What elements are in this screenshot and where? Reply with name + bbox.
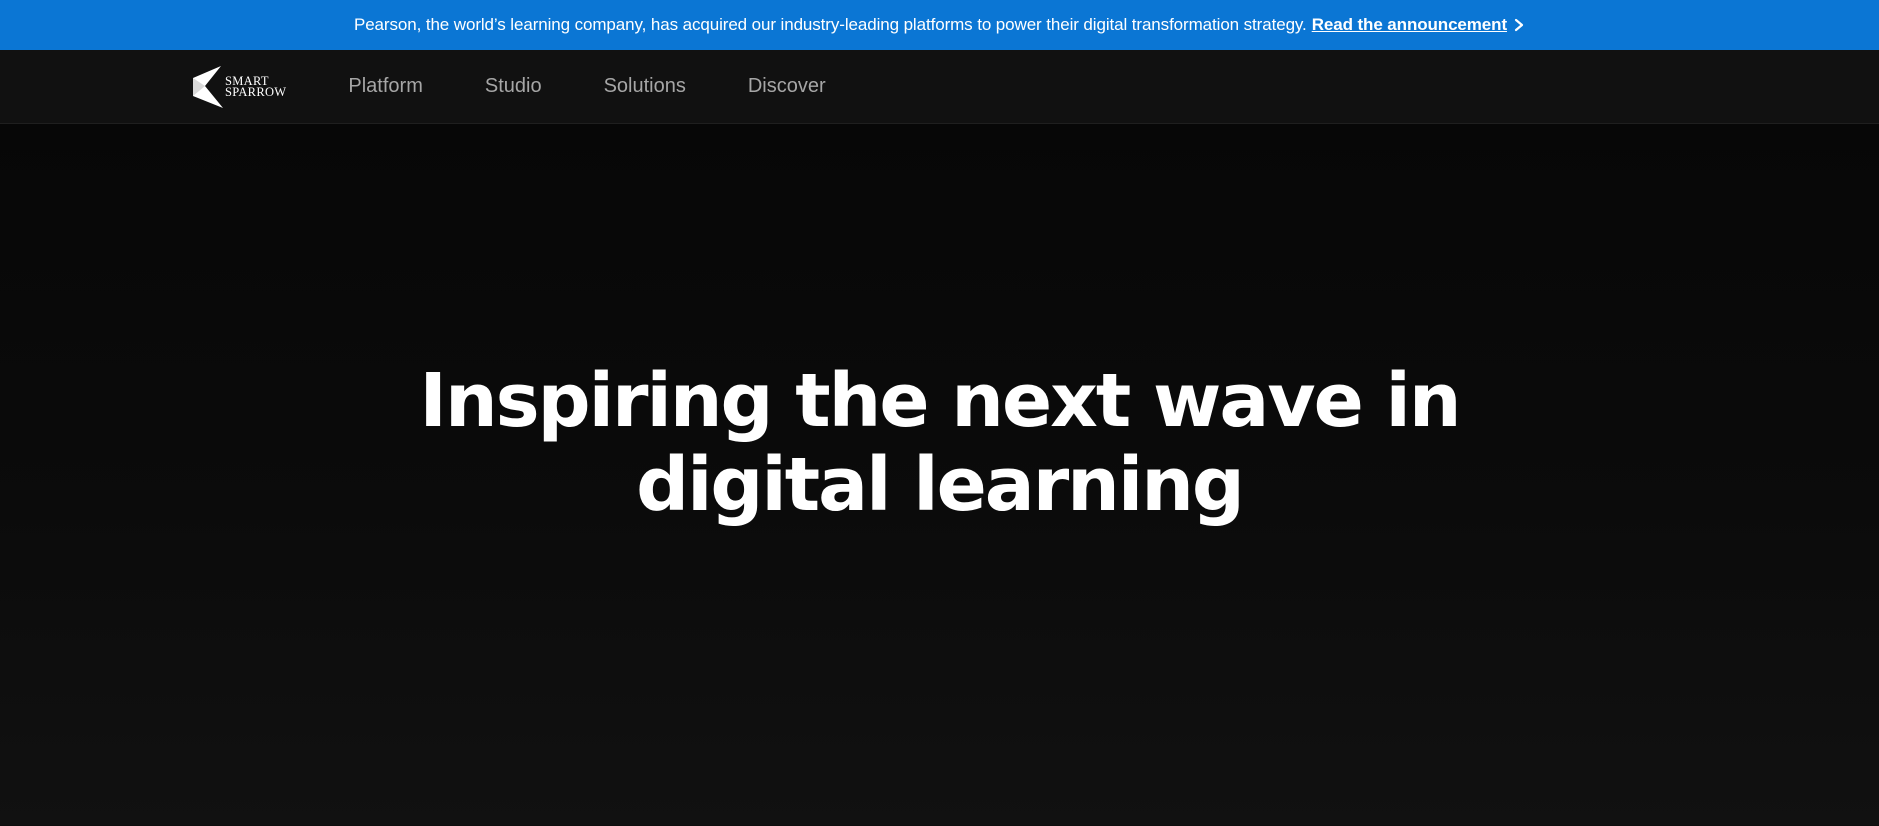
smart-sparrow-logo[interactable]: SMART SPARROW (191, 65, 287, 108)
logo-wordmark: SMART SPARROW (225, 74, 287, 99)
hero-title-line-1: Inspiring the next wave in (419, 358, 1461, 444)
announcement-bar: Pearson, the world’s learning company, h… (0, 0, 1879, 50)
hero-section: Inspiring the next wave in digital learn… (0, 124, 1879, 825)
nav-item-discover[interactable]: Discover (748, 75, 826, 98)
chevron-right-icon (1514, 18, 1524, 32)
main-navbar: SMART SPARROW Platform Studio Solutions … (0, 50, 1879, 124)
sparrow-logo-icon (193, 65, 223, 108)
nav-item-studio[interactable]: Studio (485, 75, 542, 98)
nav-item-solutions[interactable]: Solutions (604, 75, 686, 98)
announcement-text: Pearson, the world’s learning company, h… (353, 15, 1307, 34)
nav-links: Platform Studio Solutions Discover (348, 75, 887, 98)
hero-title: Inspiring the next wave in digital learn… (0, 359, 1879, 527)
logo-line-2: SPARROW (225, 84, 287, 99)
nav-item-platform[interactable]: Platform (348, 75, 422, 98)
read-announcement-link[interactable]: Read the announcement (1312, 15, 1525, 35)
read-announcement-label: Read the announcement (1311, 15, 1508, 34)
hero-title-line-2: digital learning (636, 442, 1245, 528)
